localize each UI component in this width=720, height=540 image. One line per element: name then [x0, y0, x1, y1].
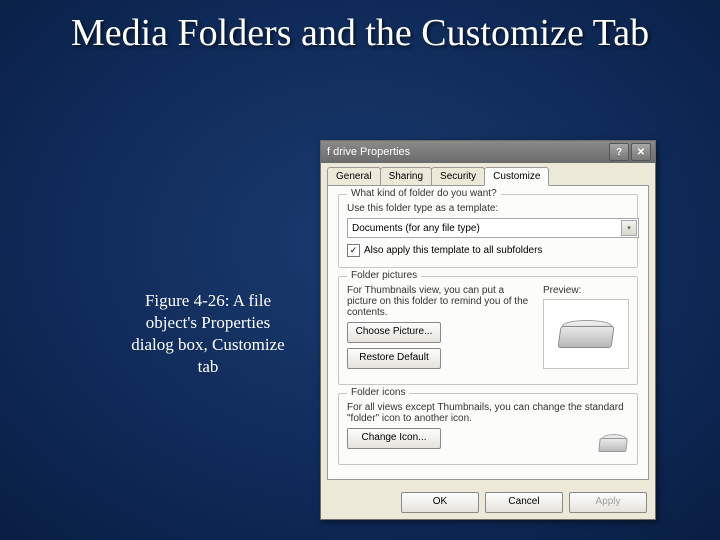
checkmark-icon: ✓: [347, 244, 360, 257]
tab-customize[interactable]: Customize: [484, 167, 549, 186]
tab-general[interactable]: General: [327, 167, 381, 185]
preview-box: [543, 299, 629, 369]
cancel-button[interactable]: Cancel: [485, 492, 563, 513]
folder-icon-preview: [599, 428, 629, 454]
apply-subfolders-checkbox[interactable]: ✓ Also apply this template to all subfol…: [347, 244, 629, 257]
group1-legend: What kind of folder do you want?: [347, 188, 501, 199]
folder-icons-group: Folder icons For all views except Thumbn…: [338, 393, 638, 465]
pictures-instruction: For Thumbnails view, you can put a pictu…: [347, 285, 533, 318]
template-select-value: Documents (for any file type): [352, 223, 480, 234]
tab-sharing[interactable]: Sharing: [380, 167, 432, 185]
ok-button[interactable]: OK: [401, 492, 479, 513]
drive-icon: [557, 318, 615, 350]
apply-button[interactable]: Apply: [569, 492, 647, 513]
restore-default-button[interactable]: Restore Default: [347, 348, 441, 369]
help-button[interactable]: ?: [609, 143, 629, 161]
dialog-title: f drive Properties: [325, 146, 607, 158]
slide-title: Media Folders and the Customize Tab: [0, 12, 720, 56]
tab-security[interactable]: Security: [431, 167, 485, 185]
properties-dialog: f drive Properties ? ✕ General Sharing S…: [320, 140, 656, 520]
tab-panel: What kind of folder do you want? Use thi…: [327, 185, 649, 480]
dialog-button-row: OK Cancel Apply: [321, 486, 655, 519]
titlebar: f drive Properties ? ✕: [321, 141, 655, 163]
template-instruction: Use this folder type as a template:: [347, 203, 629, 214]
template-select[interactable]: Documents (for any file type) ▾: [347, 218, 639, 238]
group3-legend: Folder icons: [347, 387, 409, 398]
preview-label: Preview:: [543, 285, 629, 296]
choose-picture-button[interactable]: Choose Picture...: [347, 322, 441, 343]
figure-caption: Figure 4-26: A file object's Properties …: [128, 290, 288, 378]
tab-strip: General Sharing Security Customize: [321, 163, 655, 185]
close-button[interactable]: ✕: [631, 143, 651, 161]
group2-legend: Folder pictures: [347, 270, 421, 281]
folder-type-group: What kind of folder do you want? Use thi…: [338, 194, 638, 268]
change-icon-button[interactable]: Change Icon...: [347, 428, 441, 449]
checkbox-label: Also apply this template to all subfolde…: [364, 245, 542, 256]
chevron-down-icon: ▾: [621, 220, 637, 236]
icons-instruction: For all views except Thumbnails, you can…: [347, 402, 629, 424]
folder-pictures-group: Folder pictures For Thumbnails view, you…: [338, 276, 638, 385]
